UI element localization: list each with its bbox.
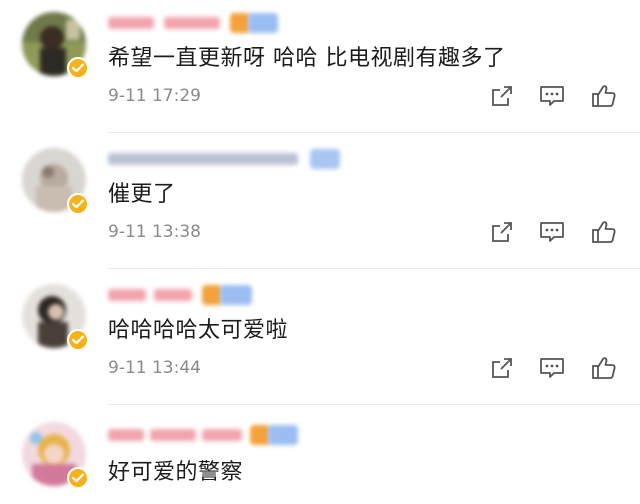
comment-item: 希望一直更新呀 哈哈 比电视剧有趣多了 9-11 17:29: [0, 0, 640, 134]
comment-time: 9-11 17:29: [108, 86, 201, 106]
user-badge: [220, 285, 252, 305]
share-icon: [492, 222, 512, 242]
comment-button[interactable]: [538, 218, 566, 246]
user-name-redacted[interactable]: [108, 422, 408, 448]
comment-item: 催更了 9-11 13:38: [0, 136, 640, 270]
share-button[interactable]: [488, 82, 516, 110]
comment-icon: [540, 358, 564, 378]
share-icon: [492, 86, 512, 106]
like-thumb-icon: [592, 85, 616, 107]
comment-time: 9-11 13:44: [108, 358, 201, 378]
comment-item: 好可爱的警察: [0, 408, 640, 504]
like-button[interactable]: [590, 354, 618, 382]
comment-button[interactable]: [538, 82, 566, 110]
comment-time: 9-11 13:38: [108, 222, 201, 242]
user-avatar[interactable]: [22, 148, 89, 215]
divider: [108, 132, 640, 133]
user-name-redacted[interactable]: [108, 146, 408, 172]
comment-text: 催更了: [108, 182, 176, 207]
verified-check-icon: [67, 57, 89, 79]
comment-feed: 希望一直更新呀 哈哈 比电视剧有趣多了 9-11 17:29 催更了 9-11 …: [0, 0, 640, 504]
comment-button[interactable]: [538, 354, 566, 382]
comment-text: 好可爱的警察: [108, 460, 244, 485]
like-thumb-icon: [592, 357, 616, 379]
comment-icon: [540, 86, 564, 106]
comment-text: 哈哈哈哈太可爱啦: [108, 318, 289, 343]
share-button[interactable]: [488, 354, 516, 382]
verified-check-icon: [67, 193, 89, 215]
user-avatar[interactable]: [22, 422, 89, 489]
divider: [108, 268, 640, 269]
share-icon: [492, 358, 512, 378]
verified-check-icon: [67, 329, 89, 351]
user-avatar[interactable]: [22, 12, 89, 79]
comment-text: 希望一直更新呀 哈哈 比电视剧有趣多了: [108, 46, 506, 71]
like-button[interactable]: [590, 218, 618, 246]
comment-item: 哈哈哈哈太可爱啦 9-11 13:44: [0, 272, 640, 406]
user-badge: [248, 13, 278, 33]
user-badge: [202, 285, 222, 305]
user-name-redacted[interactable]: [108, 10, 408, 36]
user-badge: [310, 149, 340, 169]
user-name-redacted[interactable]: [108, 282, 408, 308]
like-thumb-icon: [592, 221, 616, 243]
share-button[interactable]: [488, 218, 516, 246]
user-badge: [250, 425, 270, 445]
user-badge: [268, 425, 298, 445]
comment-icon: [540, 222, 564, 242]
divider: [108, 404, 640, 405]
user-badge: [230, 13, 250, 33]
user-avatar[interactable]: [22, 284, 89, 351]
verified-check-icon: [67, 467, 89, 489]
like-button[interactable]: [590, 82, 618, 110]
